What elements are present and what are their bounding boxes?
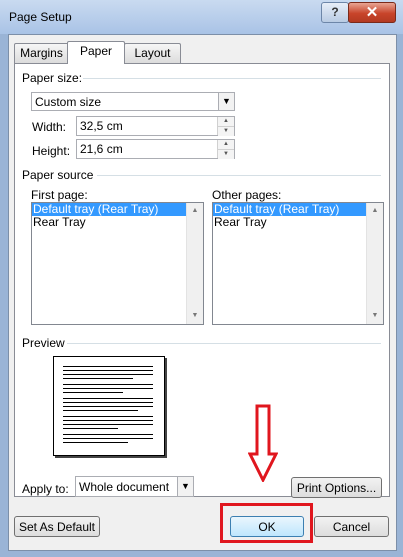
- preview-line: [63, 388, 153, 389]
- preview-line: [63, 420, 153, 421]
- tab-layout[interactable]: Layout: [124, 43, 181, 63]
- height-spinner[interactable]: 21,6 cm ▲ ▼: [76, 139, 235, 159]
- list-item[interactable]: Rear Tray: [213, 216, 383, 229]
- preview-line: [63, 428, 118, 429]
- height-label: Height:: [32, 144, 71, 158]
- help-button[interactable]: ?: [321, 2, 349, 23]
- other-pages-list[interactable]: Default tray (Rear Tray) Rear Tray ▲ ▼: [212, 202, 384, 325]
- preview-line: [63, 374, 153, 375]
- preview-line: [63, 442, 128, 443]
- width-label: Width:: [32, 120, 67, 134]
- preview-line: [63, 434, 153, 435]
- scroll-down-icon[interactable]: ▼: [367, 308, 383, 324]
- preview-line: [63, 378, 133, 379]
- preview-line: [63, 406, 153, 407]
- cancel-button[interactable]: Cancel: [314, 516, 389, 537]
- spin-up-icon[interactable]: ▲: [218, 140, 234, 150]
- tab-margins[interactable]: Margins: [14, 43, 69, 63]
- tab-paper[interactable]: Paper: [67, 41, 125, 64]
- divider: [97, 175, 381, 176]
- annotation-arrow-shape: [248, 404, 278, 482]
- preview-line: [63, 416, 153, 417]
- apply-to-label: Apply to:: [22, 482, 69, 496]
- window-title: Page Setup: [9, 10, 72, 24]
- preview-line: [63, 410, 138, 411]
- scrollbar[interactable]: ▲ ▼: [366, 203, 383, 324]
- close-icon: ✕: [365, 4, 379, 21]
- dialog-body: Margins Paper Layout Paper size: Custom …: [8, 34, 397, 551]
- preview-line: [63, 392, 123, 393]
- preview-line: [63, 424, 153, 425]
- width-value: 32,5 cm: [80, 119, 123, 133]
- apply-to-select[interactable]: Whole document ▼: [75, 476, 194, 497]
- preview-line: [63, 366, 153, 367]
- apply-to-value: Whole document: [79, 480, 170, 494]
- scroll-up-icon[interactable]: ▲: [367, 203, 383, 219]
- preview-line: [63, 402, 153, 403]
- preview-line: [63, 370, 153, 371]
- paper-source-group-label: Paper source: [22, 168, 94, 182]
- chevron-down-icon[interactable]: ▼: [177, 477, 193, 496]
- set-as-default-button[interactable]: Set As Default: [14, 516, 100, 537]
- divider: [83, 78, 381, 79]
- print-options-button[interactable]: Print Options...: [291, 477, 382, 498]
- scroll-down-icon[interactable]: ▼: [187, 308, 203, 324]
- preview-line: [63, 438, 153, 439]
- height-value: 21,6 cm: [80, 142, 123, 156]
- first-page-list[interactable]: Default tray (Rear Tray) Rear Tray ▲ ▼: [31, 202, 204, 325]
- preview-line: [63, 398, 153, 399]
- first-page-label: First page:: [31, 188, 88, 202]
- chevron-down-icon[interactable]: ▼: [218, 93, 234, 110]
- divider: [67, 343, 381, 344]
- page-preview: [53, 356, 165, 456]
- paper-size-select[interactable]: Custom size ▼: [31, 92, 235, 111]
- spin-down-icon[interactable]: ▼: [218, 150, 234, 159]
- paper-size-value: Custom size: [35, 95, 102, 109]
- scroll-up-icon[interactable]: ▲: [187, 203, 203, 219]
- spin-down-icon[interactable]: ▼: [218, 127, 234, 136]
- close-button[interactable]: ✕: [348, 2, 396, 23]
- width-spinner[interactable]: 32,5 cm ▲ ▼: [76, 116, 235, 136]
- spin-up-icon[interactable]: ▲: [218, 117, 234, 127]
- paper-size-group-label: Paper size:: [22, 71, 83, 85]
- list-item[interactable]: Rear Tray: [32, 216, 203, 229]
- annotation-highlight-box: [220, 503, 313, 543]
- preview-line: [63, 384, 153, 385]
- scrollbar[interactable]: ▲ ▼: [186, 203, 203, 324]
- title-bar: Page Setup ? ✕: [0, 0, 403, 34]
- annotation-arrow-icon: [248, 404, 278, 482]
- preview-group-label: Preview: [22, 336, 65, 350]
- other-pages-label: Other pages:: [212, 188, 282, 202]
